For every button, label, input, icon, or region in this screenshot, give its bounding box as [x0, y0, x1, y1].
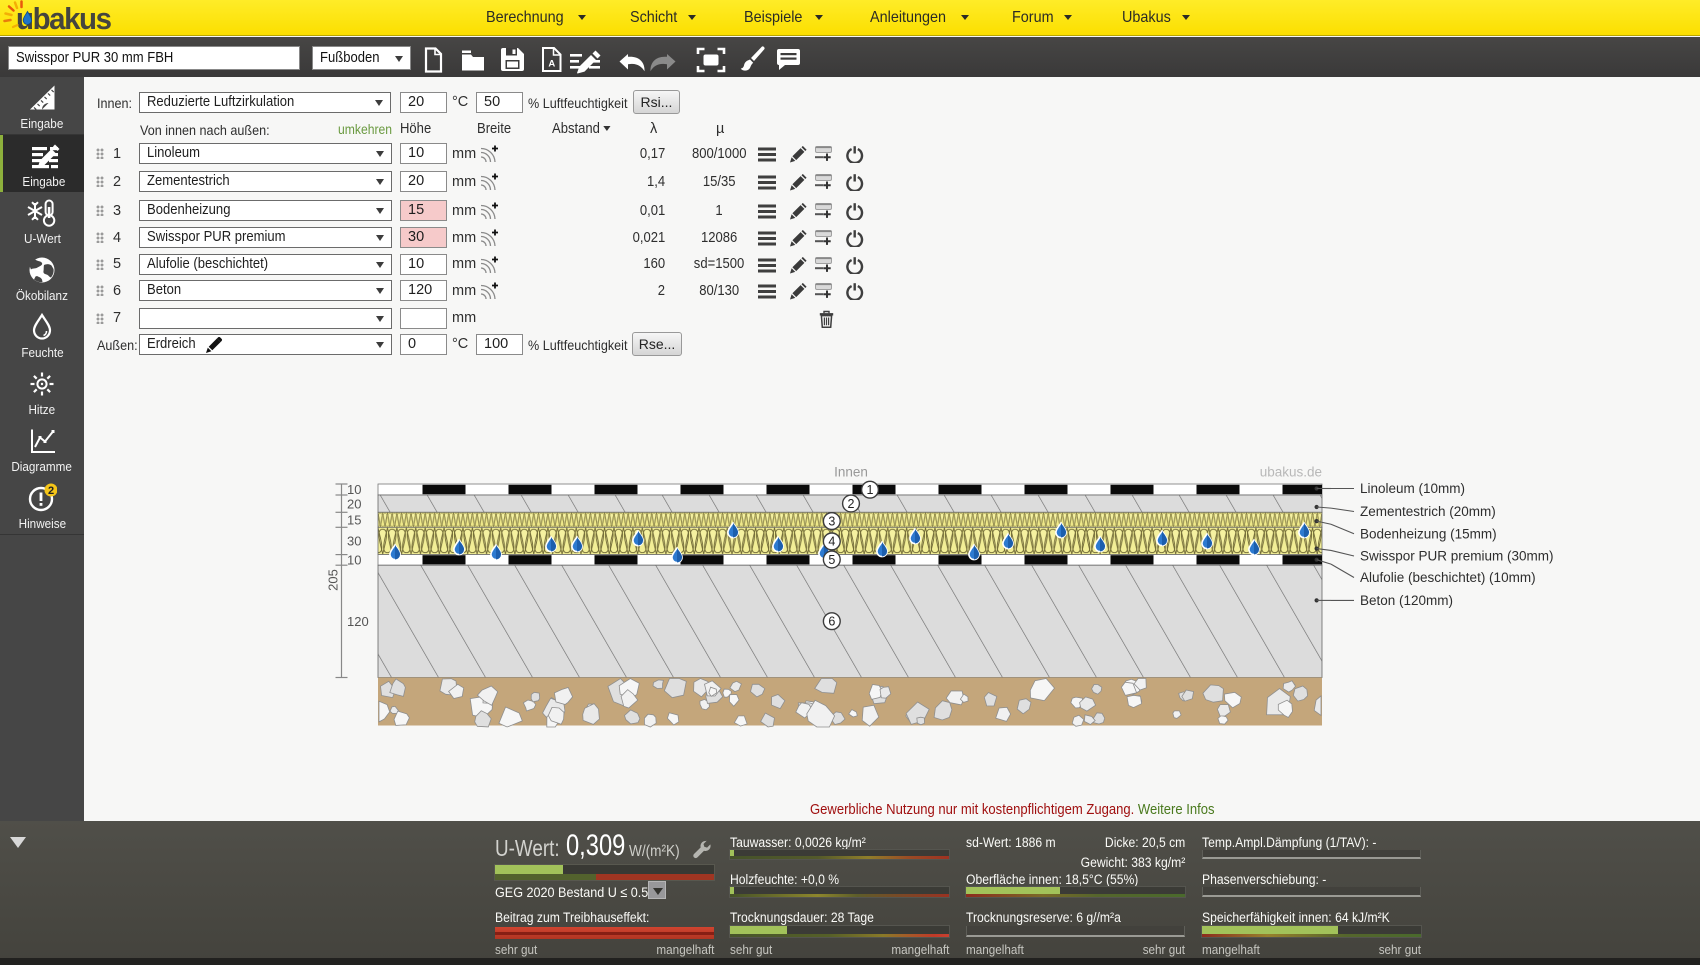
svg-text:ubakus.de: ubakus.de [1260, 465, 1322, 480]
svg-text:Linoleum (10mm): Linoleum (10mm) [1360, 481, 1465, 496]
svg-text:10: 10 [347, 482, 361, 497]
svg-text:120: 120 [347, 614, 369, 629]
svg-text:4: 4 [828, 535, 835, 549]
svg-text:20: 20 [347, 496, 361, 511]
svg-text:30: 30 [347, 534, 361, 549]
svg-text:Beton (120mm): Beton (120mm) [1360, 593, 1453, 608]
svg-text:Zementestrich (20mm): Zementestrich (20mm) [1360, 504, 1496, 519]
svg-text:205: 205 [326, 569, 341, 591]
svg-text:6: 6 [828, 615, 835, 629]
svg-text:10: 10 [347, 552, 361, 567]
svg-text:A: A [548, 59, 555, 70]
svg-text:Swisspor PUR premium (30mm): Swisspor PUR premium (30mm) [1360, 549, 1554, 564]
svg-text:3: 3 [828, 514, 835, 528]
svg-text:2: 2 [848, 497, 855, 511]
svg-text:1: 1 [867, 483, 874, 497]
svg-text:Bodenheizung (15mm): Bodenheizung (15mm) [1360, 526, 1497, 541]
svg-text:Alufolie (beschichtet) (10mm): Alufolie (beschichtet) (10mm) [1360, 570, 1536, 585]
svg-text:2: 2 [48, 485, 54, 497]
svg-text:5: 5 [828, 553, 835, 567]
svg-text:Innen: Innen [834, 465, 868, 480]
svg-text:15: 15 [347, 512, 361, 527]
